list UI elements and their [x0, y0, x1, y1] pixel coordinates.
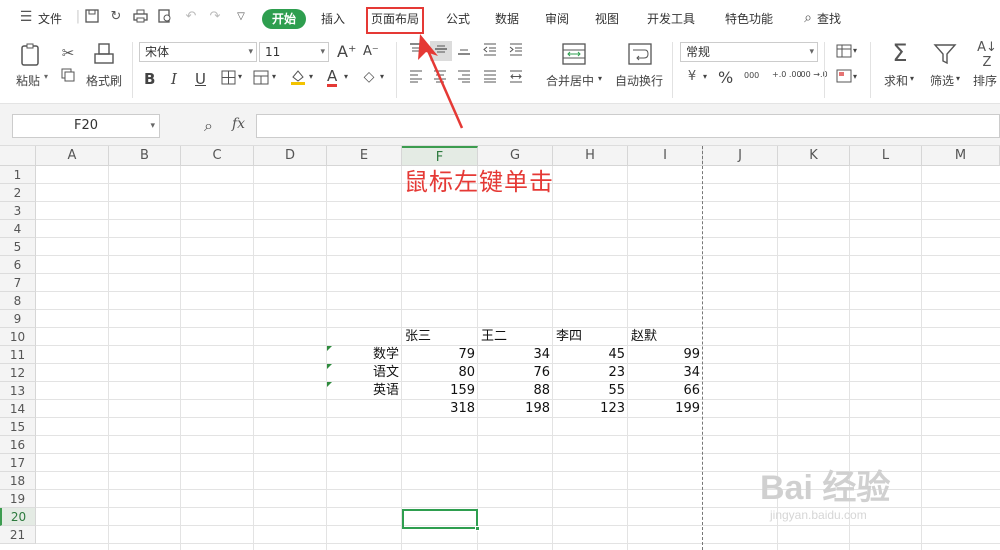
annotation-text: 鼠标左键单击	[404, 168, 554, 196]
baidu-watermark-logo: Bai 经验	[760, 469, 891, 507]
baidu-watermark-url: jingyan.baidu.com	[770, 508, 867, 522]
